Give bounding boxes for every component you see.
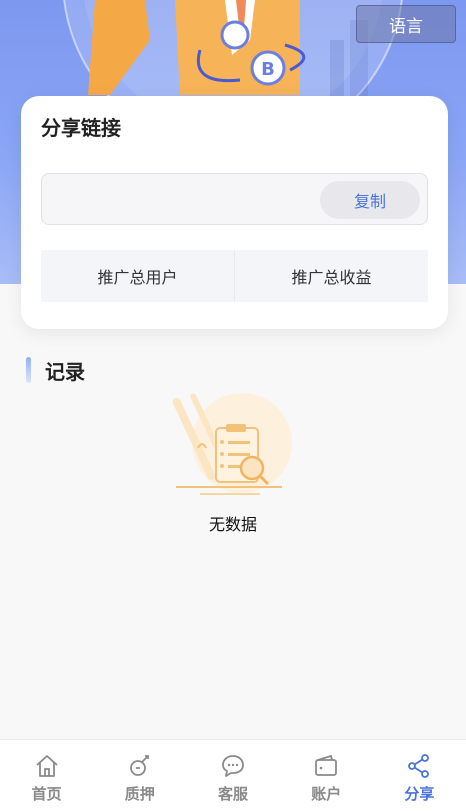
- home-icon: [35, 755, 58, 777]
- pledge-icon: [129, 755, 149, 776]
- share-link-title: 分享链接: [41, 116, 121, 140]
- tab-service[interactable]: 客服: [186, 740, 279, 811]
- tab-account[interactable]: 账户: [280, 740, 373, 811]
- bottom-tabbar: 首页 质押 客服 账户 分享: [0, 739, 466, 811]
- tab-home-label: 首页: [31, 785, 62, 803]
- copy-button[interactable]: 复制: [320, 181, 420, 219]
- promotion-stats: 推广总用户 推广总收益: [41, 250, 428, 302]
- tab-service-label: 客服: [218, 785, 249, 803]
- tab-account-label: 账户: [311, 785, 342, 803]
- stat-total-earnings: 推广总收益: [234, 250, 428, 302]
- tab-home[interactable]: 首页: [0, 740, 93, 811]
- section-accent-bar: [26, 357, 31, 383]
- share-link-card: 分享链接 复制 推广总用户 推广总收益: [21, 96, 448, 329]
- tab-share-label: 分享: [404, 785, 435, 803]
- stat-total-users: 推广总用户: [97, 268, 178, 287]
- language-button[interactable]: 语言: [356, 5, 456, 43]
- wallet-icon: [315, 754, 338, 776]
- tab-pledge-label: 质押: [124, 785, 155, 803]
- tab-pledge[interactable]: 质押: [93, 740, 186, 811]
- chat-icon: [222, 755, 244, 777]
- svg-text:B: B: [261, 59, 275, 80]
- share-icon: [408, 754, 430, 778]
- records-header: 记录: [26, 357, 85, 384]
- empty-state-illustration: [172, 393, 292, 495]
- records-title: 记录: [45, 359, 85, 384]
- share-link-field[interactable]: 复制: [41, 173, 428, 225]
- empty-state-text: 无数据: [208, 515, 257, 534]
- tab-share[interactable]: 分享: [373, 740, 466, 811]
